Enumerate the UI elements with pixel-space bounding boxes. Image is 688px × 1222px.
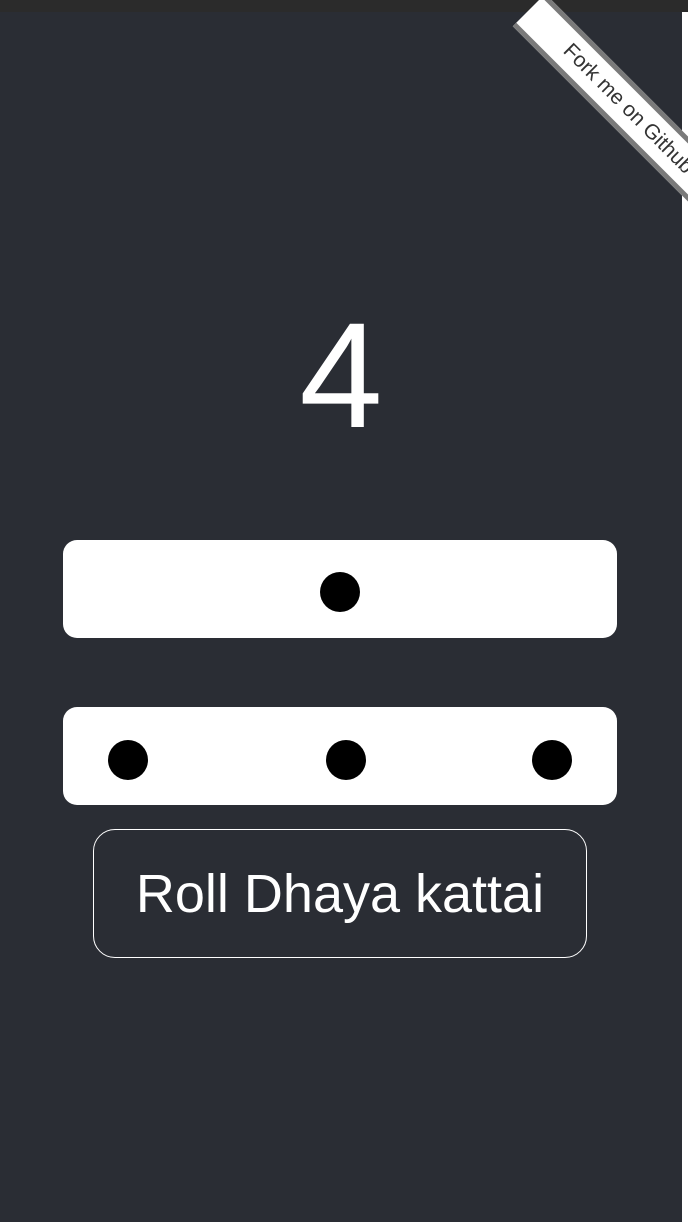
die-pip bbox=[320, 572, 360, 612]
corner-ribbon-area: Fork me on Github bbox=[0, 0, 688, 320]
die-pip bbox=[532, 740, 572, 780]
fork-github-ribbon[interactable]: Fork me on Github bbox=[512, 0, 688, 225]
roll-button[interactable]: Roll Dhaya kattai bbox=[93, 829, 587, 958]
die-face-row-2 bbox=[63, 707, 617, 805]
app-screen: Fork me on Github 4 Roll Dhaya kattai bbox=[0, 0, 688, 1222]
status-strip bbox=[0, 0, 688, 12]
die-face-row-1 bbox=[63, 540, 617, 638]
dice-total: 4 bbox=[299, 291, 383, 459]
die-pip bbox=[108, 740, 148, 780]
die-pip bbox=[326, 740, 366, 780]
